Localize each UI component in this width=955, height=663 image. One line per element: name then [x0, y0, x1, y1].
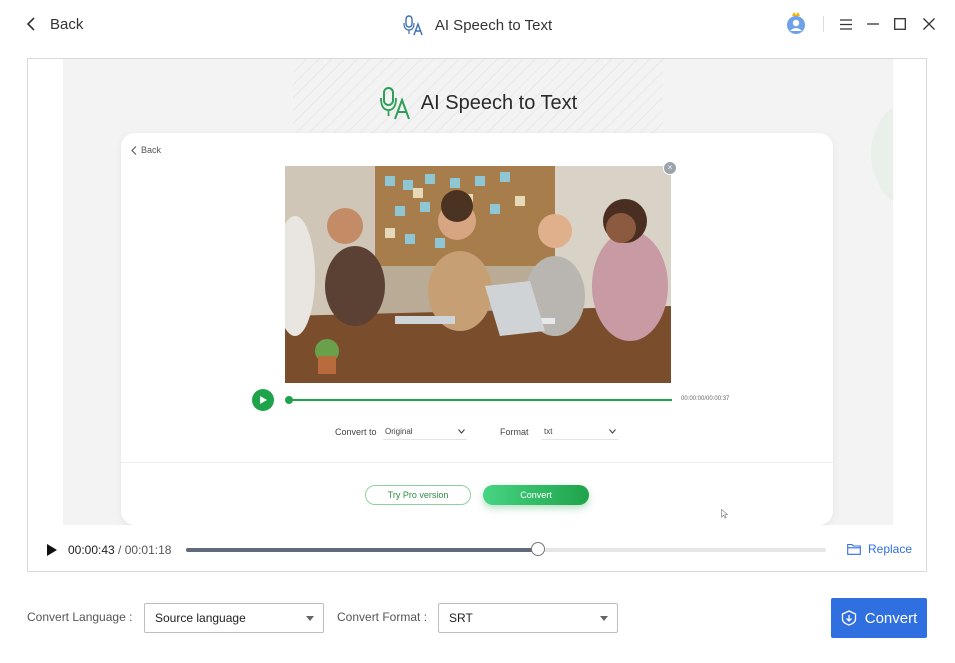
close-button[interactable] [917, 12, 941, 36]
maximize-button[interactable] [888, 12, 912, 36]
close-icon [923, 18, 935, 30]
format-select[interactable]: SRT [438, 603, 618, 633]
convert-label: Convert [864, 609, 918, 627]
inner-back-button: Back [131, 145, 161, 155]
inner-back-label: Back [141, 145, 162, 155]
cursor-icon [721, 509, 729, 519]
try-pro-button: Try Pro version [365, 485, 471, 505]
caret-down-icon [600, 615, 608, 621]
folder-icon [847, 543, 861, 555]
menu-button[interactable] [834, 12, 858, 36]
inner-convert-to-label: Convert to [335, 427, 377, 437]
seek-progress [186, 548, 538, 552]
caret-down-icon [306, 615, 314, 621]
preview-heading: AI Speech to Text [63, 85, 893, 121]
convert-button[interactable]: Convert [831, 598, 927, 638]
chevron-down-icon [609, 429, 616, 434]
inner-progress-track [288, 399, 672, 401]
inner-convert-to-select: Original [383, 424, 467, 440]
inner-convert-button: Convert [483, 485, 589, 505]
play-icon [47, 544, 57, 556]
preview-heading-text: AI Speech to Text [420, 91, 578, 114]
title-text: AI Speech to Text [434, 16, 553, 34]
preview-card: Back × 00:00:00/00:00:37 Convert to Orig… [121, 133, 833, 525]
avatar-icon [787, 12, 805, 34]
inner-time: 00:00:00/00:00:37 [681, 396, 730, 402]
convert-icon [841, 610, 856, 626]
inner-format-label: Format [500, 427, 529, 437]
current-time: 00:00:43 [68, 543, 115, 557]
time-separator: / [114, 543, 125, 557]
meeting-photo [285, 166, 671, 383]
replace-button[interactable]: Replace [847, 542, 912, 556]
minimize-icon [867, 23, 879, 25]
menu-icon [840, 18, 852, 30]
titlebar-divider [823, 16, 824, 32]
inner-progress-knob [285, 396, 293, 404]
playback-time: 00:00:43 / 00:01:18 [68, 543, 171, 557]
video-close-icon: × [663, 161, 677, 175]
replace-label: Replace [868, 542, 913, 556]
play-button[interactable] [46, 543, 58, 557]
play-icon [260, 396, 267, 404]
seek-knob[interactable] [531, 542, 545, 556]
speech-to-text-icon [403, 15, 423, 36]
window-title: AI Speech to Text [0, 14, 955, 36]
video-preview[interactable]: AI Speech to Text Back × 00:00:00/00:00:… [63, 59, 893, 525]
inner-format-value: txt [544, 427, 553, 436]
mic-logo-icon [379, 87, 410, 120]
language-select[interactable]: Source language [144, 603, 324, 633]
total-time: 00:01:18 [124, 543, 172, 557]
minimize-button[interactable] [861, 12, 885, 36]
inner-play-button [252, 389, 274, 411]
inner-convert-to-value: Original [385, 427, 413, 436]
language-select-value: Source language [155, 611, 246, 625]
maximize-icon [894, 18, 906, 30]
inner-format-select: txt [542, 424, 618, 440]
user-avatar[interactable] [785, 11, 807, 35]
meeting-illustration [285, 166, 671, 383]
convert-language-label: Convert Language : [27, 610, 133, 624]
chevron-left-icon [131, 145, 137, 155]
format-select-value: SRT [449, 611, 473, 625]
chevron-down-icon [458, 429, 465, 434]
card-divider [121, 462, 833, 463]
convert-format-label: Convert Format : [337, 610, 428, 624]
